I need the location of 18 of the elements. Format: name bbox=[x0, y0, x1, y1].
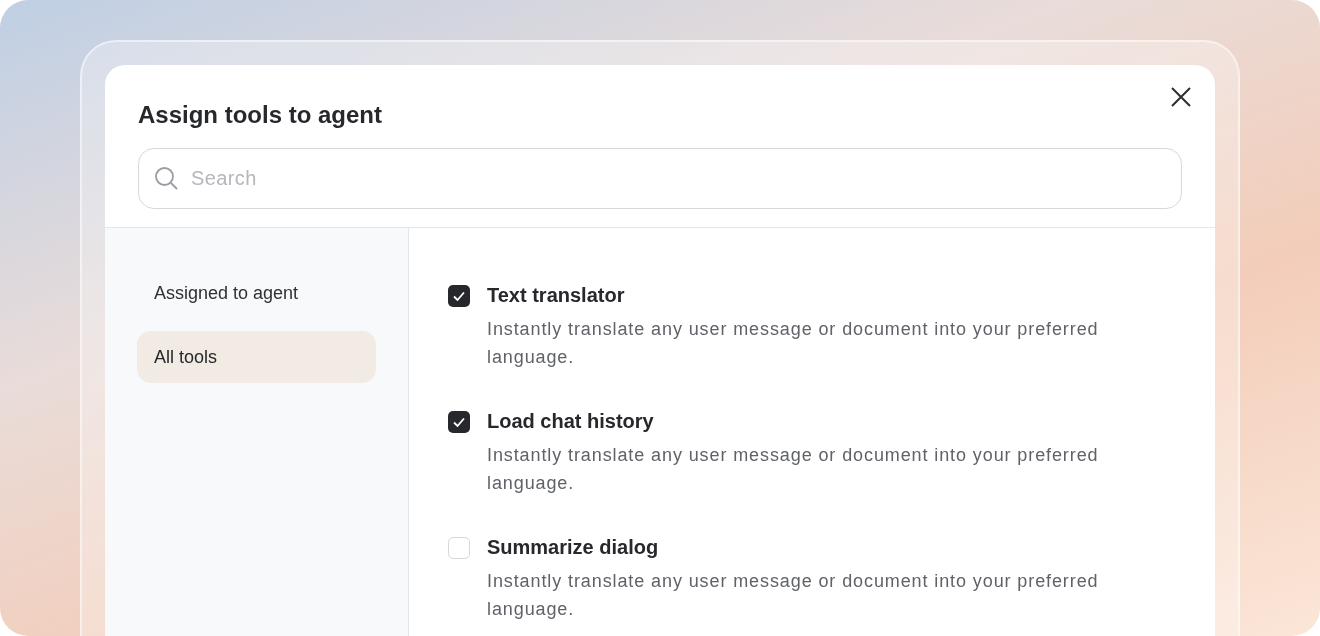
checkbox[interactable] bbox=[448, 285, 470, 307]
tool-description: Instantly translate any user message or document into your preferred language. bbox=[487, 444, 1100, 495]
tool-description: Instantly translate any user message or document into your preferred language. bbox=[487, 318, 1100, 369]
check-icon bbox=[452, 415, 466, 429]
checkbox[interactable] bbox=[448, 537, 470, 559]
check-icon bbox=[452, 289, 466, 303]
search-icon bbox=[154, 166, 178, 190]
close-button[interactable] bbox=[1169, 85, 1193, 109]
checkbox[interactable] bbox=[448, 411, 470, 433]
close-icon bbox=[1171, 87, 1191, 107]
dialog-title: Assign tools to agent bbox=[138, 100, 383, 130]
tool-name: Text translator bbox=[487, 283, 626, 308]
sidebar-item[interactable]: All tools bbox=[137, 331, 376, 383]
tool-name: Summarize dialog bbox=[487, 535, 660, 560]
search-field[interactable]: Search bbox=[138, 148, 1182, 209]
tool-name: Load chat history bbox=[487, 409, 655, 434]
tool-description: Instantly translate any user message or document into your preferred language. bbox=[487, 570, 1100, 621]
sidebar-item[interactable]: Assigned to agent bbox=[137, 267, 376, 319]
